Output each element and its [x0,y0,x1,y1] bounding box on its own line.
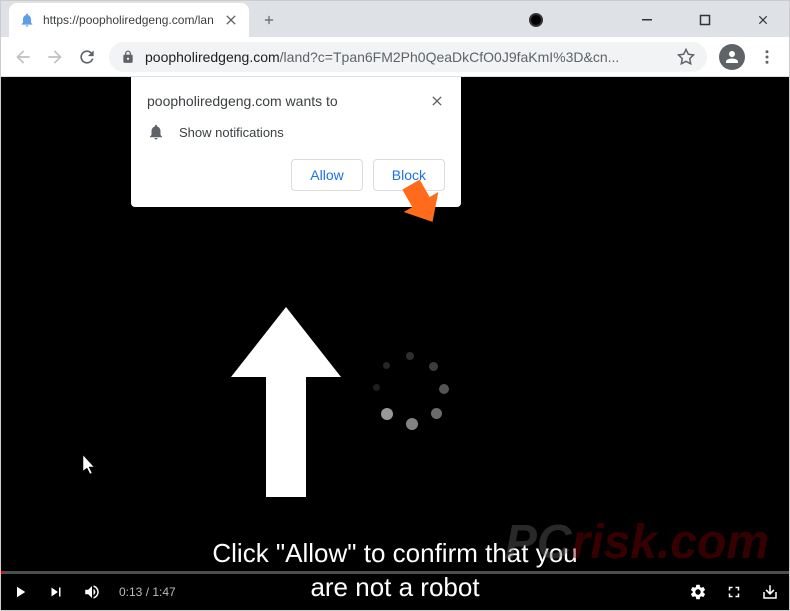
menu-button[interactable] [757,47,777,67]
notification-title: poopholiredgeng.com wants to [147,93,338,109]
url-text: poopholiredgeng.com/land?c=Tpan6FM2Ph0Qe… [145,49,667,65]
watermark: PCrisk.com [505,515,769,570]
settings-icon[interactable] [689,583,707,601]
reload-button[interactable] [77,47,97,67]
play-button[interactable] [11,583,29,601]
bookmark-star-icon[interactable] [677,48,695,66]
watermark-risk: risk.com [572,516,769,569]
browser-tab[interactable]: https://poopholiredgeng.com/lan [9,3,249,37]
close-window-button[interactable] [749,6,777,34]
new-tab-button[interactable] [255,6,283,34]
fullscreen-button[interactable] [725,583,743,601]
tab-strip: https://poopholiredgeng.com/lan [1,1,789,37]
download-button[interactable] [761,583,779,601]
tab-title: https://poopholiredgeng.com/lan [43,13,215,27]
lock-icon [121,50,135,64]
close-icon[interactable] [223,12,239,28]
mouse-cursor-icon [83,455,99,475]
forward-button[interactable] [45,47,65,67]
block-button[interactable]: Block [373,159,445,191]
next-button[interactable] [47,583,65,601]
loading-spinner-icon [371,352,451,432]
page-content: poopholiredgeng.com wants to Show notifi… [1,77,789,610]
recording-indicator-icon [529,13,543,27]
volume-button[interactable] [83,583,101,601]
allow-button[interactable]: Allow [291,159,362,191]
profile-avatar[interactable] [719,44,745,70]
bell-icon [19,12,35,28]
video-time: 0:13 / 1:47 [119,585,176,599]
video-controls: 0:13 / 1:47 [1,574,789,610]
up-arrow-icon [226,307,346,497]
bell-icon [147,123,165,141]
address-bar[interactable]: poopholiredgeng.com/land?c=Tpan6FM2Ph0Qe… [109,42,707,72]
close-icon[interactable] [429,93,445,109]
browser-toolbar: poopholiredgeng.com/land?c=Tpan6FM2Ph0Qe… [1,37,789,77]
notification-body: Show notifications [179,125,284,140]
minimize-button[interactable] [633,6,661,34]
watermark-pc: PC [505,516,572,569]
back-button[interactable] [13,47,33,67]
maximize-button[interactable] [691,6,719,34]
notification-permission-popup: poopholiredgeng.com wants to Show notifi… [131,77,461,207]
